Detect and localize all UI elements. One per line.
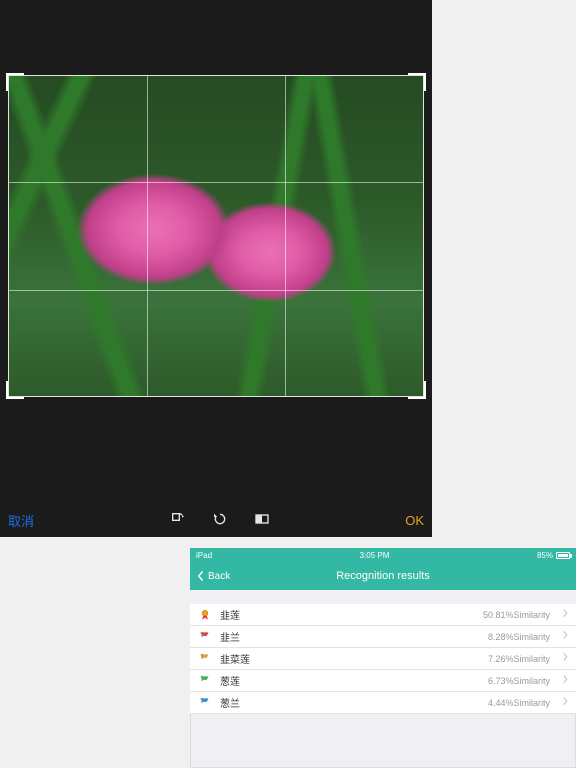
photo-preview <box>8 75 424 397</box>
results-list: 韭莲 50.81%Similarity韭兰 8.28%Similarity 韭菜莲 7.… <box>190 604 576 714</box>
battery-pct: 85% <box>537 551 553 560</box>
rotate-icon[interactable] <box>170 511 186 530</box>
carrier-label: iPad <box>196 551 212 560</box>
result-similarity: 50.81%Similarity <box>483 610 550 620</box>
chevron-right-icon <box>562 608 568 621</box>
result-row[interactable]: 韭菜莲 7.26%Similarity <box>190 648 576 670</box>
crop-handle-tl[interactable] <box>6 73 24 91</box>
clock-label: 3:05 PM <box>360 551 390 560</box>
result-name: 韭莲 <box>220 607 475 622</box>
result-name: 韭兰 <box>220 629 480 644</box>
battery-icon <box>556 552 570 559</box>
chevron-right-icon <box>562 696 568 709</box>
nav-bar: Back Recognition results <box>190 562 576 590</box>
result-similarity: 4.44%Similarity <box>488 698 550 708</box>
grid-line <box>285 75 286 397</box>
result-similarity: 7.26%Similarity <box>488 654 550 664</box>
cancel-button[interactable]: 取消 <box>8 511 34 530</box>
grid-line <box>8 290 424 291</box>
crop-handle-bl[interactable] <box>6 381 24 399</box>
crop-area[interactable] <box>8 75 424 397</box>
aspect-icon[interactable] <box>254 511 270 530</box>
ok-button[interactable]: OK <box>405 513 424 528</box>
result-similarity: 6.73%Similarity <box>488 676 550 686</box>
rank-icon <box>198 630 212 644</box>
page-title: Recognition results <box>336 570 430 582</box>
rank-icon <box>198 652 212 666</box>
grid-line <box>147 75 148 397</box>
grid-line <box>8 182 424 183</box>
rank-icon <box>198 608 212 622</box>
result-similarity: 8.28%Similarity <box>488 632 550 642</box>
spacer <box>190 590 576 604</box>
results-panel: iPad 3:05 PM 85% Back Recognition result… <box>190 548 576 768</box>
result-name: 葱莲 <box>220 673 480 688</box>
crop-handle-br[interactable] <box>408 381 426 399</box>
result-row[interactable]: 韭莲 50.81%Similarity <box>190 604 576 626</box>
result-name: 葱兰 <box>220 695 480 710</box>
reset-icon[interactable] <box>212 511 228 530</box>
crop-editor: 取消 OK <box>0 0 432 537</box>
chevron-right-icon <box>562 630 568 643</box>
result-name: 韭菜莲 <box>220 651 480 666</box>
crop-handle-tr[interactable] <box>408 73 426 91</box>
chevron-right-icon <box>562 652 568 665</box>
result-row[interactable]: 葱兰 4.44%Similarity <box>190 692 576 714</box>
result-row[interactable]: 韭兰 8.28%Similarity <box>190 626 576 648</box>
editor-toolbar: 取消 OK <box>0 503 432 537</box>
status-bar: iPad 3:05 PM 85% <box>190 548 576 562</box>
rank-icon <box>198 696 212 710</box>
rank-icon <box>198 674 212 688</box>
chevron-right-icon <box>562 674 568 687</box>
back-label: Back <box>208 571 230 582</box>
back-button[interactable]: Back <box>196 570 230 582</box>
result-row[interactable]: 葱莲 6.73%Similarity <box>190 670 576 692</box>
